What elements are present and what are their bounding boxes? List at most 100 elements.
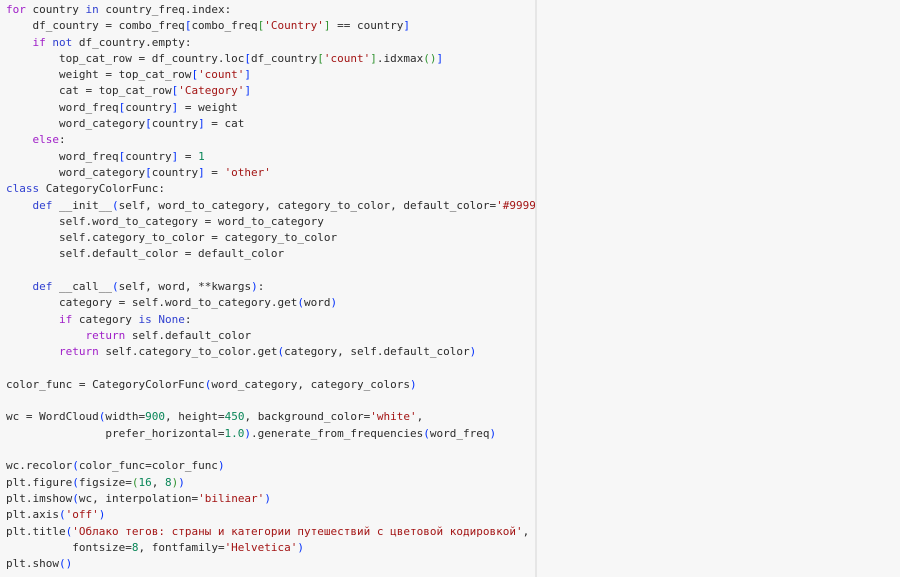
code-line[interactable]: weight = top_cat_row['count'] <box>6 67 569 83</box>
code-token: self.default_color <box>125 328 252 342</box>
code-token: ( <box>72 459 79 473</box>
code-token: .generate_from_frequencies <box>251 426 424 440</box>
code-line[interactable]: word_freq[country] = 1 <box>6 149 569 165</box>
code-line[interactable]: self.word_to_category = word_to_category <box>6 214 569 230</box>
code-token: = <box>204 165 225 179</box>
code-line[interactable]: if category is None: <box>6 312 569 328</box>
code-token: , height= <box>164 410 225 424</box>
code-token: ) <box>330 296 338 310</box>
code-line[interactable]: return self.category_to_color.get(catego… <box>6 344 569 360</box>
code-token: .idxmax <box>376 51 424 65</box>
code-line[interactable]: def __call__(self, word, **kwargs): <box>6 279 569 295</box>
code-token: ] <box>244 68 252 82</box>
code-token: ) <box>469 345 477 359</box>
code-token: category = self.word_to_category.get <box>6 296 298 310</box>
code-token: __init__ <box>52 198 112 212</box>
code-token: def <box>32 280 53 294</box>
code-token: country <box>125 149 172 163</box>
code-line[interactable]: cat = top_cat_row['Category'] <box>6 83 569 99</box>
code-token: not <box>52 35 73 49</box>
code-token: top_cat_row = df_country.loc <box>6 51 245 65</box>
code-line[interactable]: df_country = combo_freq[combo_freq['Coun… <box>6 18 569 34</box>
code-token: ) <box>410 377 417 391</box>
code-token: = <box>178 149 199 163</box>
code-token: = weight <box>178 100 238 114</box>
code-line[interactable]: plt.figure(figsize=(16, 8)) <box>6 475 569 491</box>
code-token: fontsize= <box>6 540 132 554</box>
code-token: wc.recolor <box>6 459 73 473</box>
code-token: plt.show <box>6 557 59 571</box>
code-token: 'other' <box>224 165 271 179</box>
code-token: if <box>58 312 73 326</box>
code-line[interactable]: plt.imshow(wc, interpolation='bilinear') <box>6 491 569 507</box>
code-token: () <box>423 51 437 65</box>
code-line[interactable]: wc.recolor(color_func=color_func) <box>6 458 569 474</box>
code-token: country <box>25 3 86 16</box>
code-line[interactable]: plt.axis('off') <box>6 507 569 523</box>
code-line[interactable] <box>6 442 569 458</box>
code-line[interactable]: if not df_country.empty: <box>6 35 569 51</box>
code-token: figsize= <box>78 475 132 489</box>
code-token: weight = top_cat_row <box>6 68 192 82</box>
code-line[interactable]: prefer_horizontal=1.0) .generate_from_fre… <box>6 426 569 442</box>
code-line[interactable]: for country in country_freq.index: <box>6 2 569 18</box>
code-token: country <box>125 100 172 114</box>
code-token: ] <box>370 51 377 65</box>
code-line[interactable]: word_category[country] = 'other' <box>6 165 569 181</box>
code-token: ) <box>217 459 225 473</box>
code-token: return <box>85 328 126 342</box>
code-token: width= <box>105 410 146 424</box>
code-token: , <box>151 475 165 489</box>
code-token: self, word, **kwargs <box>118 280 252 294</box>
code-line[interactable]: wc = WordCloud(width=900, height=450, ba… <box>6 409 569 425</box>
code-token: word_freq <box>429 426 490 440</box>
code-line[interactable]: plt.show() <box>6 556 569 572</box>
code-token: ( <box>423 426 430 440</box>
code-token: 'Category' <box>178 84 245 98</box>
code-token: word <box>304 296 331 310</box>
code-line[interactable] <box>6 361 569 377</box>
code-token: ( <box>72 491 79 505</box>
code-token: def <box>32 198 53 212</box>
code-token: 16 <box>138 475 152 489</box>
empty-panel <box>537 0 900 577</box>
code-token: df_country <box>251 51 318 65</box>
code-line[interactable]: plt.title('Облако тегов: страны и катего… <box>6 524 569 540</box>
code-line[interactable]: fontsize=8, fontfamily='Helvetica') <box>6 540 569 556</box>
code-line[interactable] <box>6 393 569 409</box>
code-line[interactable]: word_freq[country] = weight <box>6 100 569 116</box>
code-token: 1.0 <box>224 426 245 440</box>
code-line[interactable]: return self.default_color <box>6 328 569 344</box>
code-line[interactable]: self.default_color = default_color <box>6 246 569 262</box>
code-line[interactable]: category = self.word_to_category.get(wor… <box>6 295 569 311</box>
code-token: None <box>158 312 185 326</box>
code-token: 'Облако тегов: страны и категории путеше… <box>72 524 523 538</box>
code-token: 8 <box>164 475 172 489</box>
code-token: ] <box>198 165 205 179</box>
code-line[interactable]: else: <box>6 132 569 148</box>
code-line[interactable]: word_category[country] = cat <box>6 116 569 132</box>
code-token: else <box>32 133 60 147</box>
code-line[interactable]: def __init__(self, word_to_category, cat… <box>6 198 569 214</box>
code-token: self.word_to_category = word_to_category <box>6 214 324 228</box>
code-line[interactable]: self.category_to_color = category_to_col… <box>6 230 569 246</box>
code-token: ] <box>198 117 205 131</box>
code-line[interactable]: color_func = CategoryColorFunc(word_cate… <box>6 377 569 393</box>
code-cell-editor[interactable]: for country in country_freq.index: df_co… <box>0 0 569 577</box>
code-token: self.default_color = default_color <box>6 247 285 261</box>
code-token: ] <box>244 84 252 98</box>
code-token: wc = WordCloud <box>6 410 99 424</box>
code-token: 'Country' <box>264 19 324 33</box>
code-token: country <box>151 165 199 179</box>
code-block[interactable]: for country in country_freq.index: df_co… <box>6 2 569 572</box>
code-token: country <box>151 117 199 131</box>
code-line[interactable] <box>6 263 569 279</box>
code-token: self, word_to_category, category_to_colo… <box>118 198 497 212</box>
code-token: ( <box>111 198 119 212</box>
code-line[interactable]: class CategoryColorFunc: <box>6 181 569 197</box>
code-line[interactable]: top_cat_row = df_country.loc[df_country[… <box>6 51 569 67</box>
